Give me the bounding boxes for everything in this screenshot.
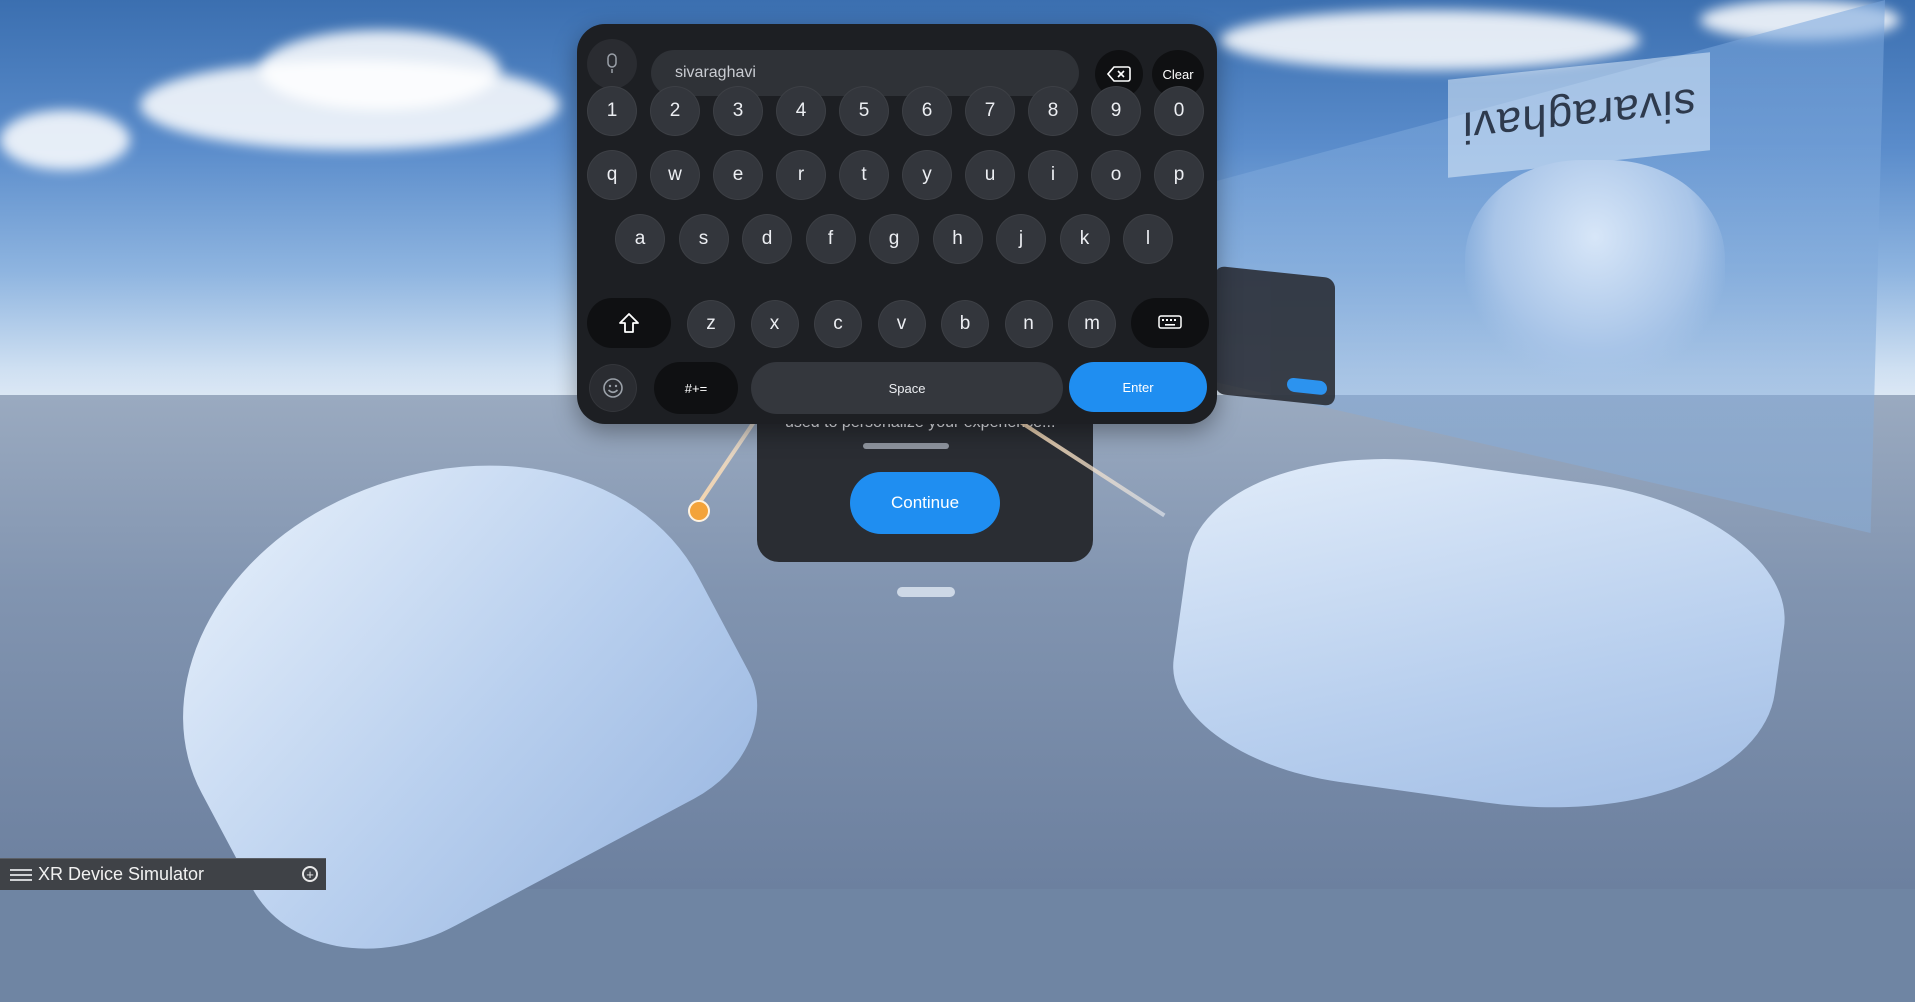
mirrored-text: sivaraghavi bbox=[1462, 78, 1696, 153]
key-m[interactable]: m bbox=[1068, 300, 1116, 348]
shift-button[interactable] bbox=[587, 298, 671, 348]
continue-button[interactable]: Continue bbox=[850, 472, 1000, 534]
key-7[interactable]: 7 bbox=[965, 86, 1015, 136]
key-n[interactable]: n bbox=[1004, 300, 1053, 348]
key-o[interactable]: o bbox=[1091, 150, 1141, 200]
plus-circle-icon[interactable]: + bbox=[302, 866, 318, 882]
key-g[interactable]: g bbox=[869, 214, 919, 264]
bust-statue bbox=[1465, 160, 1725, 380]
key-i[interactable]: i bbox=[1028, 150, 1078, 200]
backspace-icon bbox=[1107, 66, 1131, 82]
emoji-button[interactable] bbox=[589, 364, 637, 412]
grip-icon[interactable] bbox=[10, 868, 32, 881]
key-9[interactable]: 9 bbox=[1091, 86, 1141, 136]
key-6[interactable]: 6 bbox=[902, 86, 952, 136]
key-p[interactable]: p bbox=[1154, 150, 1204, 200]
hide-keyboard-button[interactable] bbox=[1131, 298, 1209, 348]
dialog-divider bbox=[863, 443, 949, 449]
xr-device-simulator-panel[interactable]: XR Device Simulator + bbox=[0, 858, 326, 890]
key-s[interactable]: s bbox=[678, 214, 729, 264]
symbols-button[interactable]: #+= bbox=[654, 362, 738, 414]
key-v[interactable]: v bbox=[877, 300, 926, 348]
key-y[interactable]: y bbox=[902, 150, 952, 200]
emoji-icon bbox=[603, 378, 623, 398]
key-h[interactable]: h bbox=[932, 214, 983, 264]
cloud bbox=[1220, 10, 1640, 70]
key-1[interactable]: 1 bbox=[587, 86, 637, 136]
key-d[interactable]: d bbox=[742, 214, 792, 264]
key-b[interactable]: b bbox=[941, 300, 989, 348]
window-grab-bar[interactable] bbox=[897, 587, 955, 597]
virtual-keyboard: sivaraghavi Clear #+= Space Enter 123456… bbox=[577, 24, 1217, 424]
microphone-icon[interactable] bbox=[587, 39, 637, 89]
left-pointer-tip bbox=[688, 500, 710, 522]
key-q[interactable]: q bbox=[587, 150, 637, 200]
cloud bbox=[0, 110, 130, 170]
key-5[interactable]: 5 bbox=[839, 86, 889, 136]
key-c[interactable]: c bbox=[814, 300, 862, 348]
simulator-title: XR Device Simulator bbox=[38, 864, 205, 884]
key-f[interactable]: f bbox=[805, 214, 856, 264]
key-t[interactable]: t bbox=[839, 150, 889, 200]
key-w[interactable]: w bbox=[650, 150, 700, 200]
key-z[interactable]: z bbox=[687, 300, 735, 348]
key-3[interactable]: 3 bbox=[713, 86, 763, 136]
key-8[interactable]: 8 bbox=[1028, 86, 1078, 136]
key-4[interactable]: 4 bbox=[776, 86, 826, 136]
enter-button[interactable]: Enter bbox=[1069, 362, 1207, 412]
cloud bbox=[260, 30, 500, 110]
shift-arrow-icon bbox=[619, 313, 639, 333]
key-2[interactable]: 2 bbox=[650, 86, 700, 136]
key-k[interactable]: k bbox=[1059, 214, 1110, 264]
space-bar[interactable]: Space bbox=[751, 362, 1063, 414]
key-l[interactable]: l bbox=[1123, 214, 1173, 264]
key-a[interactable]: a bbox=[615, 214, 665, 264]
key-r[interactable]: r bbox=[776, 150, 826, 200]
keyboard-icon bbox=[1158, 315, 1182, 329]
mirrored-keyboard bbox=[1215, 265, 1335, 407]
key-e[interactable]: e bbox=[713, 150, 763, 200]
key-0[interactable]: 0 bbox=[1154, 86, 1204, 136]
key-u[interactable]: u bbox=[965, 150, 1015, 200]
key-x[interactable]: x bbox=[750, 300, 799, 348]
key-j[interactable]: j bbox=[996, 214, 1046, 264]
